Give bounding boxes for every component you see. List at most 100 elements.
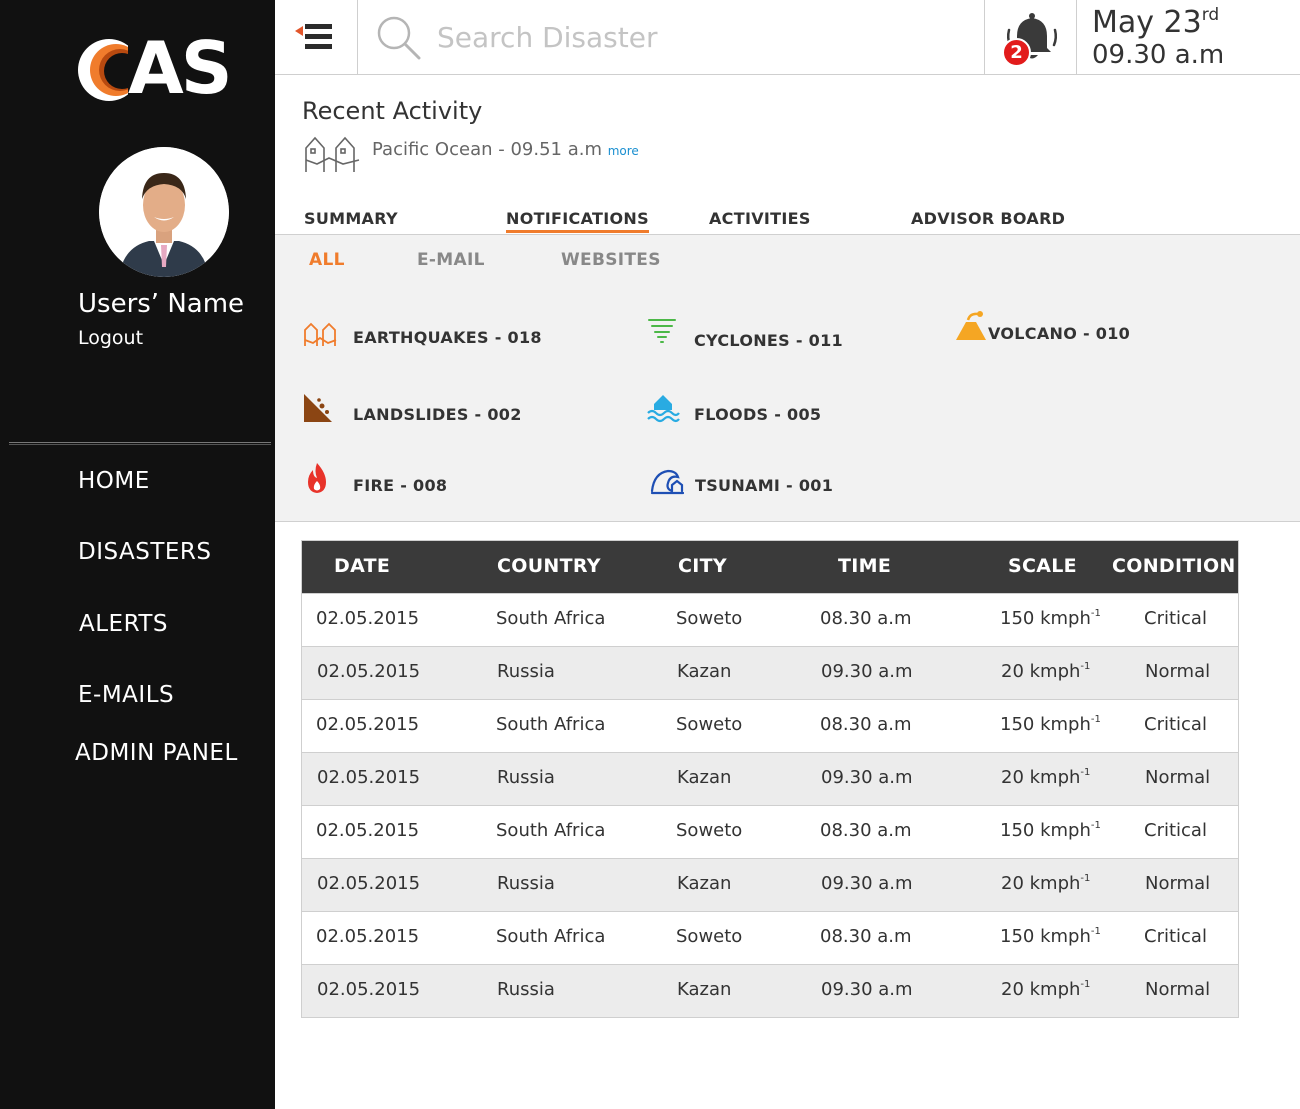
notifications-button[interactable]: 2 xyxy=(984,0,1077,74)
cell-condition: Normal xyxy=(1145,979,1210,1000)
volcano-icon[interactable] xyxy=(954,310,988,344)
category-earthquakes[interactable]: EARTHQUAKES - 018 xyxy=(353,328,542,347)
cell-country-value: South Africa xyxy=(496,820,606,841)
category-cyclones[interactable]: CYCLONES - 011 xyxy=(694,331,843,350)
cell-time: 08.30 a.m xyxy=(820,926,912,947)
cell-city: Kazan xyxy=(677,873,731,894)
current-time: 09.30 a.m xyxy=(1092,40,1225,70)
tab-summary[interactable]: SUMMARY xyxy=(304,209,398,228)
cell-scale: 150 kmph-1 xyxy=(1000,608,1101,629)
cell-scale: 20 kmph-1 xyxy=(1001,767,1090,788)
cell-country-value: Russia xyxy=(497,661,555,682)
scale-unit-exponent: -1 xyxy=(1080,767,1091,778)
cell-time: 09.30 a.m xyxy=(821,873,913,894)
cell-condition: Normal xyxy=(1145,661,1210,682)
subtab-websites[interactable]: WEBSITES xyxy=(561,250,661,270)
cell-date-value: 02.05.2015 xyxy=(316,926,420,947)
tab-notifications[interactable]: NOTIFICATIONS xyxy=(506,209,649,233)
cell-country-value: Russia xyxy=(497,767,555,788)
earthquake-buildings-icon xyxy=(305,136,360,172)
avatar[interactable] xyxy=(99,147,229,277)
cell-time-value: 08.30 a.m xyxy=(820,820,912,841)
tab-advisor-board[interactable]: ADVISOR BOARD xyxy=(911,209,1065,228)
flood-icon[interactable] xyxy=(646,390,680,424)
category-fire[interactable]: FIRE - 008 xyxy=(353,476,447,495)
nav-item-disasters[interactable]: DISASTERS xyxy=(78,539,212,565)
cell-date: 02.05.2015 xyxy=(317,661,420,682)
scale-unit-exponent: -1 xyxy=(1080,661,1091,672)
menu-button[interactable] xyxy=(275,0,358,74)
nav-item-alerts[interactable]: ALERTS xyxy=(79,611,168,637)
cell-city: Soweto xyxy=(676,714,742,735)
table-row[interactable]: 02.05.2015 Russia Kazan 09.30 a.m 20 kmph-1 N… xyxy=(302,752,1238,805)
cell-country-value: Russia xyxy=(497,979,555,1000)
cell-country: South Africa xyxy=(496,608,605,629)
nav-item-emails[interactable]: E-MAILS xyxy=(78,682,174,708)
cell-scale: 150 kmph-1 xyxy=(1000,820,1101,841)
column-header-country[interactable]: COUNTRY xyxy=(497,555,601,577)
logo-swoosh-icon xyxy=(78,30,136,110)
cell-date: 02.05.2015 xyxy=(317,767,420,788)
tsunami-icon[interactable] xyxy=(650,465,684,499)
landslide-icon[interactable] xyxy=(302,392,336,426)
table-row[interactable]: 02.05.2015 Russia Kazan 09.30 a.m 20 kmph-1 N… xyxy=(302,858,1238,911)
cell-country: Russia xyxy=(497,767,555,788)
cyclone-icon[interactable] xyxy=(645,314,679,348)
cell-date-value: 02.05.2015 xyxy=(316,608,420,629)
category-landslides[interactable]: LANDSLIDES - 002 xyxy=(353,405,522,424)
cell-time: 09.30 a.m xyxy=(821,767,913,788)
column-header-city[interactable]: CITY xyxy=(678,555,727,577)
table-row[interactable]: 02.05.2015 South Africa Soweto 08.30 a.m 150… xyxy=(302,593,1238,646)
search-input[interactable] xyxy=(437,15,957,59)
cell-scale-value: 150 kmph xyxy=(1000,926,1091,947)
category-volcano[interactable]: VOLCANO - 010 xyxy=(988,324,1130,343)
nav-item-admin-panel[interactable]: ADMIN PANEL xyxy=(75,740,238,766)
table-row[interactable]: 02.05.2015 South Africa Soweto 08.30 a.m 150… xyxy=(302,911,1238,964)
table-row[interactable]: 02.05.2015 Russia Kazan 09.30 a.m 20 kmph-1 N… xyxy=(302,646,1238,699)
cell-city-value: Kazan xyxy=(677,767,732,788)
cell-time-value: 08.30 a.m xyxy=(820,926,912,947)
tab-activities[interactable]: ACTIVITIES xyxy=(709,209,811,228)
search-icon[interactable] xyxy=(375,14,421,60)
cell-date-value: 02.05.2015 xyxy=(316,820,420,841)
cell-date: 02.05.2015 xyxy=(316,820,419,841)
cell-city-value: Kazan xyxy=(677,979,732,1000)
cell-scale: 20 kmph-1 xyxy=(1001,873,1090,894)
logout-link[interactable]: Logout xyxy=(78,327,143,349)
cell-date-value: 02.05.2015 xyxy=(317,873,421,894)
category-floods[interactable]: FLOODS - 005 xyxy=(694,405,821,424)
sidebar: AS Users’ Name Logout HOME DISASTERS ALE… xyxy=(0,0,275,1109)
cell-date: 02.05.2015 xyxy=(316,714,419,735)
subtab-email[interactable]: E-MAIL xyxy=(417,250,485,270)
cell-date-value: 02.05.2015 xyxy=(317,661,421,682)
table-row[interactable]: 02.05.2015 Russia Kazan 09.30 a.m 20 kmph-1 N… xyxy=(302,964,1238,1017)
disasters-table: DATE COUNTRY CITY TIME SCALE CONDITION 0… xyxy=(301,540,1239,1018)
category-tsunami[interactable]: TSUNAMI - 001 xyxy=(695,476,833,495)
cell-city: Kazan xyxy=(677,979,731,1000)
cell-time: 09.30 a.m xyxy=(821,979,913,1000)
nav-item-home[interactable]: HOME xyxy=(78,468,150,494)
cell-city-value: Soweto xyxy=(676,608,743,629)
more-link[interactable]: more xyxy=(608,144,639,158)
cell-date-value: 02.05.2015 xyxy=(316,714,420,735)
cell-condition: Critical xyxy=(1144,820,1207,841)
column-header-time[interactable]: TIME xyxy=(838,555,891,577)
table-row[interactable]: 02.05.2015 South Africa Soweto 08.30 a.m 150… xyxy=(302,699,1238,752)
date-suffix: rd xyxy=(1201,5,1220,25)
subtab-all[interactable]: ALL xyxy=(309,250,345,270)
app-logo[interactable]: AS xyxy=(76,26,251,110)
cell-country: Russia xyxy=(497,979,555,1000)
fire-icon[interactable] xyxy=(300,461,334,495)
cell-scale-value: 150 kmph xyxy=(1000,608,1091,629)
cell-scale-value: 150 kmph xyxy=(1000,714,1091,735)
cell-scale-value: 20 kmph xyxy=(1001,661,1081,682)
table-row[interactable]: 02.05.2015 South Africa Soweto 08.30 a.m 150… xyxy=(302,805,1238,858)
column-header-condition[interactable]: CONDITION xyxy=(1112,555,1236,577)
logo-text: AS xyxy=(128,26,233,110)
scale-unit-exponent: -1 xyxy=(1090,714,1101,725)
earthquake-icon[interactable] xyxy=(303,318,337,352)
column-header-scale[interactable]: SCALE xyxy=(1008,555,1077,577)
cell-scale: 150 kmph-1 xyxy=(1000,926,1101,947)
cell-condition-value: Normal xyxy=(1145,873,1211,894)
column-header-date[interactable]: DATE xyxy=(334,555,390,577)
